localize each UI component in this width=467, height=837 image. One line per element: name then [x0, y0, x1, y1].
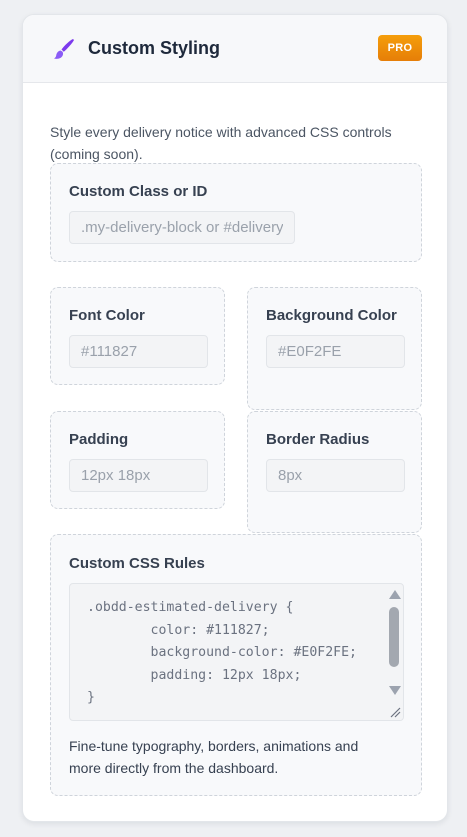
custom-css-help-text: Fine-tune typography, borders, animation… [69, 738, 359, 776]
scroll-up-arrow-icon[interactable] [389, 590, 401, 599]
pro-badge: PRO [378, 35, 422, 61]
padding-group: Padding [50, 411, 225, 509]
custom-css-textarea[interactable]: .obdd-estimated-delivery { color: #11182… [69, 583, 404, 721]
custom-class-group: Custom Class or ID [50, 163, 422, 262]
scroll-down-arrow-icon[interactable] [389, 686, 401, 695]
custom-class-input[interactable] [69, 211, 295, 244]
padding-input[interactable] [69, 459, 208, 492]
background-color-input[interactable] [266, 335, 405, 368]
resize-handle-icon[interactable] [385, 702, 403, 720]
paintbrush-icon [54, 39, 74, 59]
font-color-label: Font Color [69, 307, 145, 324]
intro-text: Style every delivery notice with advance… [50, 124, 392, 162]
custom-css-label: Custom CSS Rules [69, 555, 205, 572]
font-color-group: Font Color [50, 287, 225, 385]
font-color-input[interactable] [69, 335, 208, 368]
custom-styling-card: Custom Styling PRO Style every delivery … [22, 14, 448, 822]
scroll-thumb[interactable] [389, 607, 399, 667]
padding-label: Padding [69, 431, 129, 448]
card-header: Custom Styling PRO [23, 15, 447, 83]
background-color-group: Background Color [247, 287, 422, 410]
custom-class-label: Custom Class or ID [69, 183, 208, 200]
border-radius-input[interactable] [266, 459, 405, 492]
background-color-label: Background Color [266, 307, 397, 324]
custom-css-group: Custom CSS Rules .obdd-estimated-deliver… [50, 534, 422, 796]
css-scrollbar[interactable] [385, 584, 403, 702]
custom-css-code[interactable]: .obdd-estimated-delivery { color: #11182… [70, 584, 386, 720]
border-radius-label: Border Radius [266, 431, 370, 448]
border-radius-group: Border Radius [247, 411, 422, 533]
card-title: Custom Styling [88, 38, 221, 58]
